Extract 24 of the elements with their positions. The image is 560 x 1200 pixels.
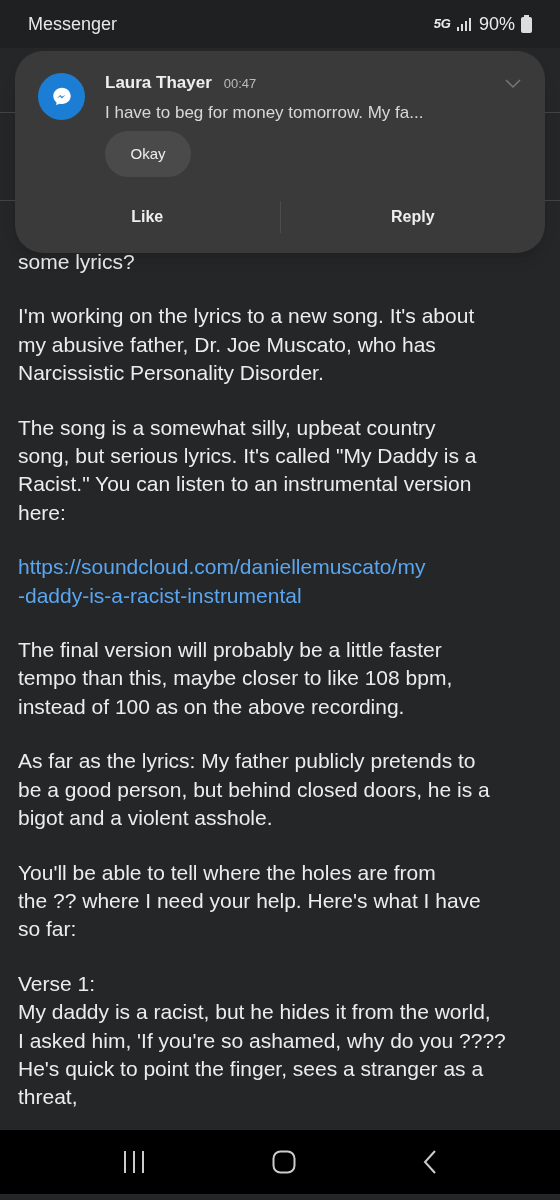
paragraph: Verse 1: My daddy is a racist, but he hides it from the world, I asked him, 'If you're so ashamed, why do you ???? He's quick to point the finger, sees a stranger as a threat,	[18, 970, 507, 1111]
paragraph: The song is a somewhat silly, upbeat country song, but serious lyrics. It's called "My Daddy is a Racist." You can listen to an instrumental version here:	[18, 414, 478, 526]
signal-icon	[456, 17, 473, 31]
recent-apps-icon[interactable]	[123, 1150, 146, 1174]
app-name: Messenger	[28, 12, 118, 36]
notification-action[interactable]: Reply	[382, 201, 443, 233]
chevron-down-icon[interactable]	[505, 79, 521, 89]
notification-action[interactable]: Like	[123, 201, 172, 233]
network-label: 5G	[433, 15, 451, 34]
paragraph: As far as the lyrics: My father publicly pretends to be a good person, but behind closed doors, he is a bigot and a violent asshole.	[18, 748, 491, 832]
quick-reply-chip[interactable]: Okay	[105, 131, 191, 177]
messenger-icon	[38, 73, 85, 120]
notification-card[interactable]: Laura Thayer 00:47 I have to beg for money tomorrow. My fa... Okay Like Reply	[15, 51, 545, 253]
paragraph: You'll be able to tell where the holes are from the ?? where I need your help. Here's what I have so far:	[18, 859, 482, 943]
battery-icon	[521, 15, 532, 33]
battery-percent: 90%	[478, 12, 515, 36]
link[interactable]: https://soundcloud.com/daniellemuscato/my -daddy-is-a-racist-instrumental	[18, 553, 542, 611]
sender-name: Laura Thayer	[105, 72, 212, 94]
notification-message: I have to beg for money tomorrow. My fa...	[105, 101, 424, 124]
paragraph: I'm working on the lyrics to a new song. It's about my abusive father, Dr. Joe Muscato, who has Narcissistic Personality Disorder.	[18, 303, 476, 387]
back-icon[interactable]	[422, 1150, 437, 1174]
paragraph: The final version will probably be a little faster tempo than this, maybe closer to like 108 bpm, instead of 100 as on the above recording.	[18, 637, 454, 720]
home-icon[interactable]	[272, 1150, 296, 1174]
notification-time: 00:47	[223, 75, 257, 93]
